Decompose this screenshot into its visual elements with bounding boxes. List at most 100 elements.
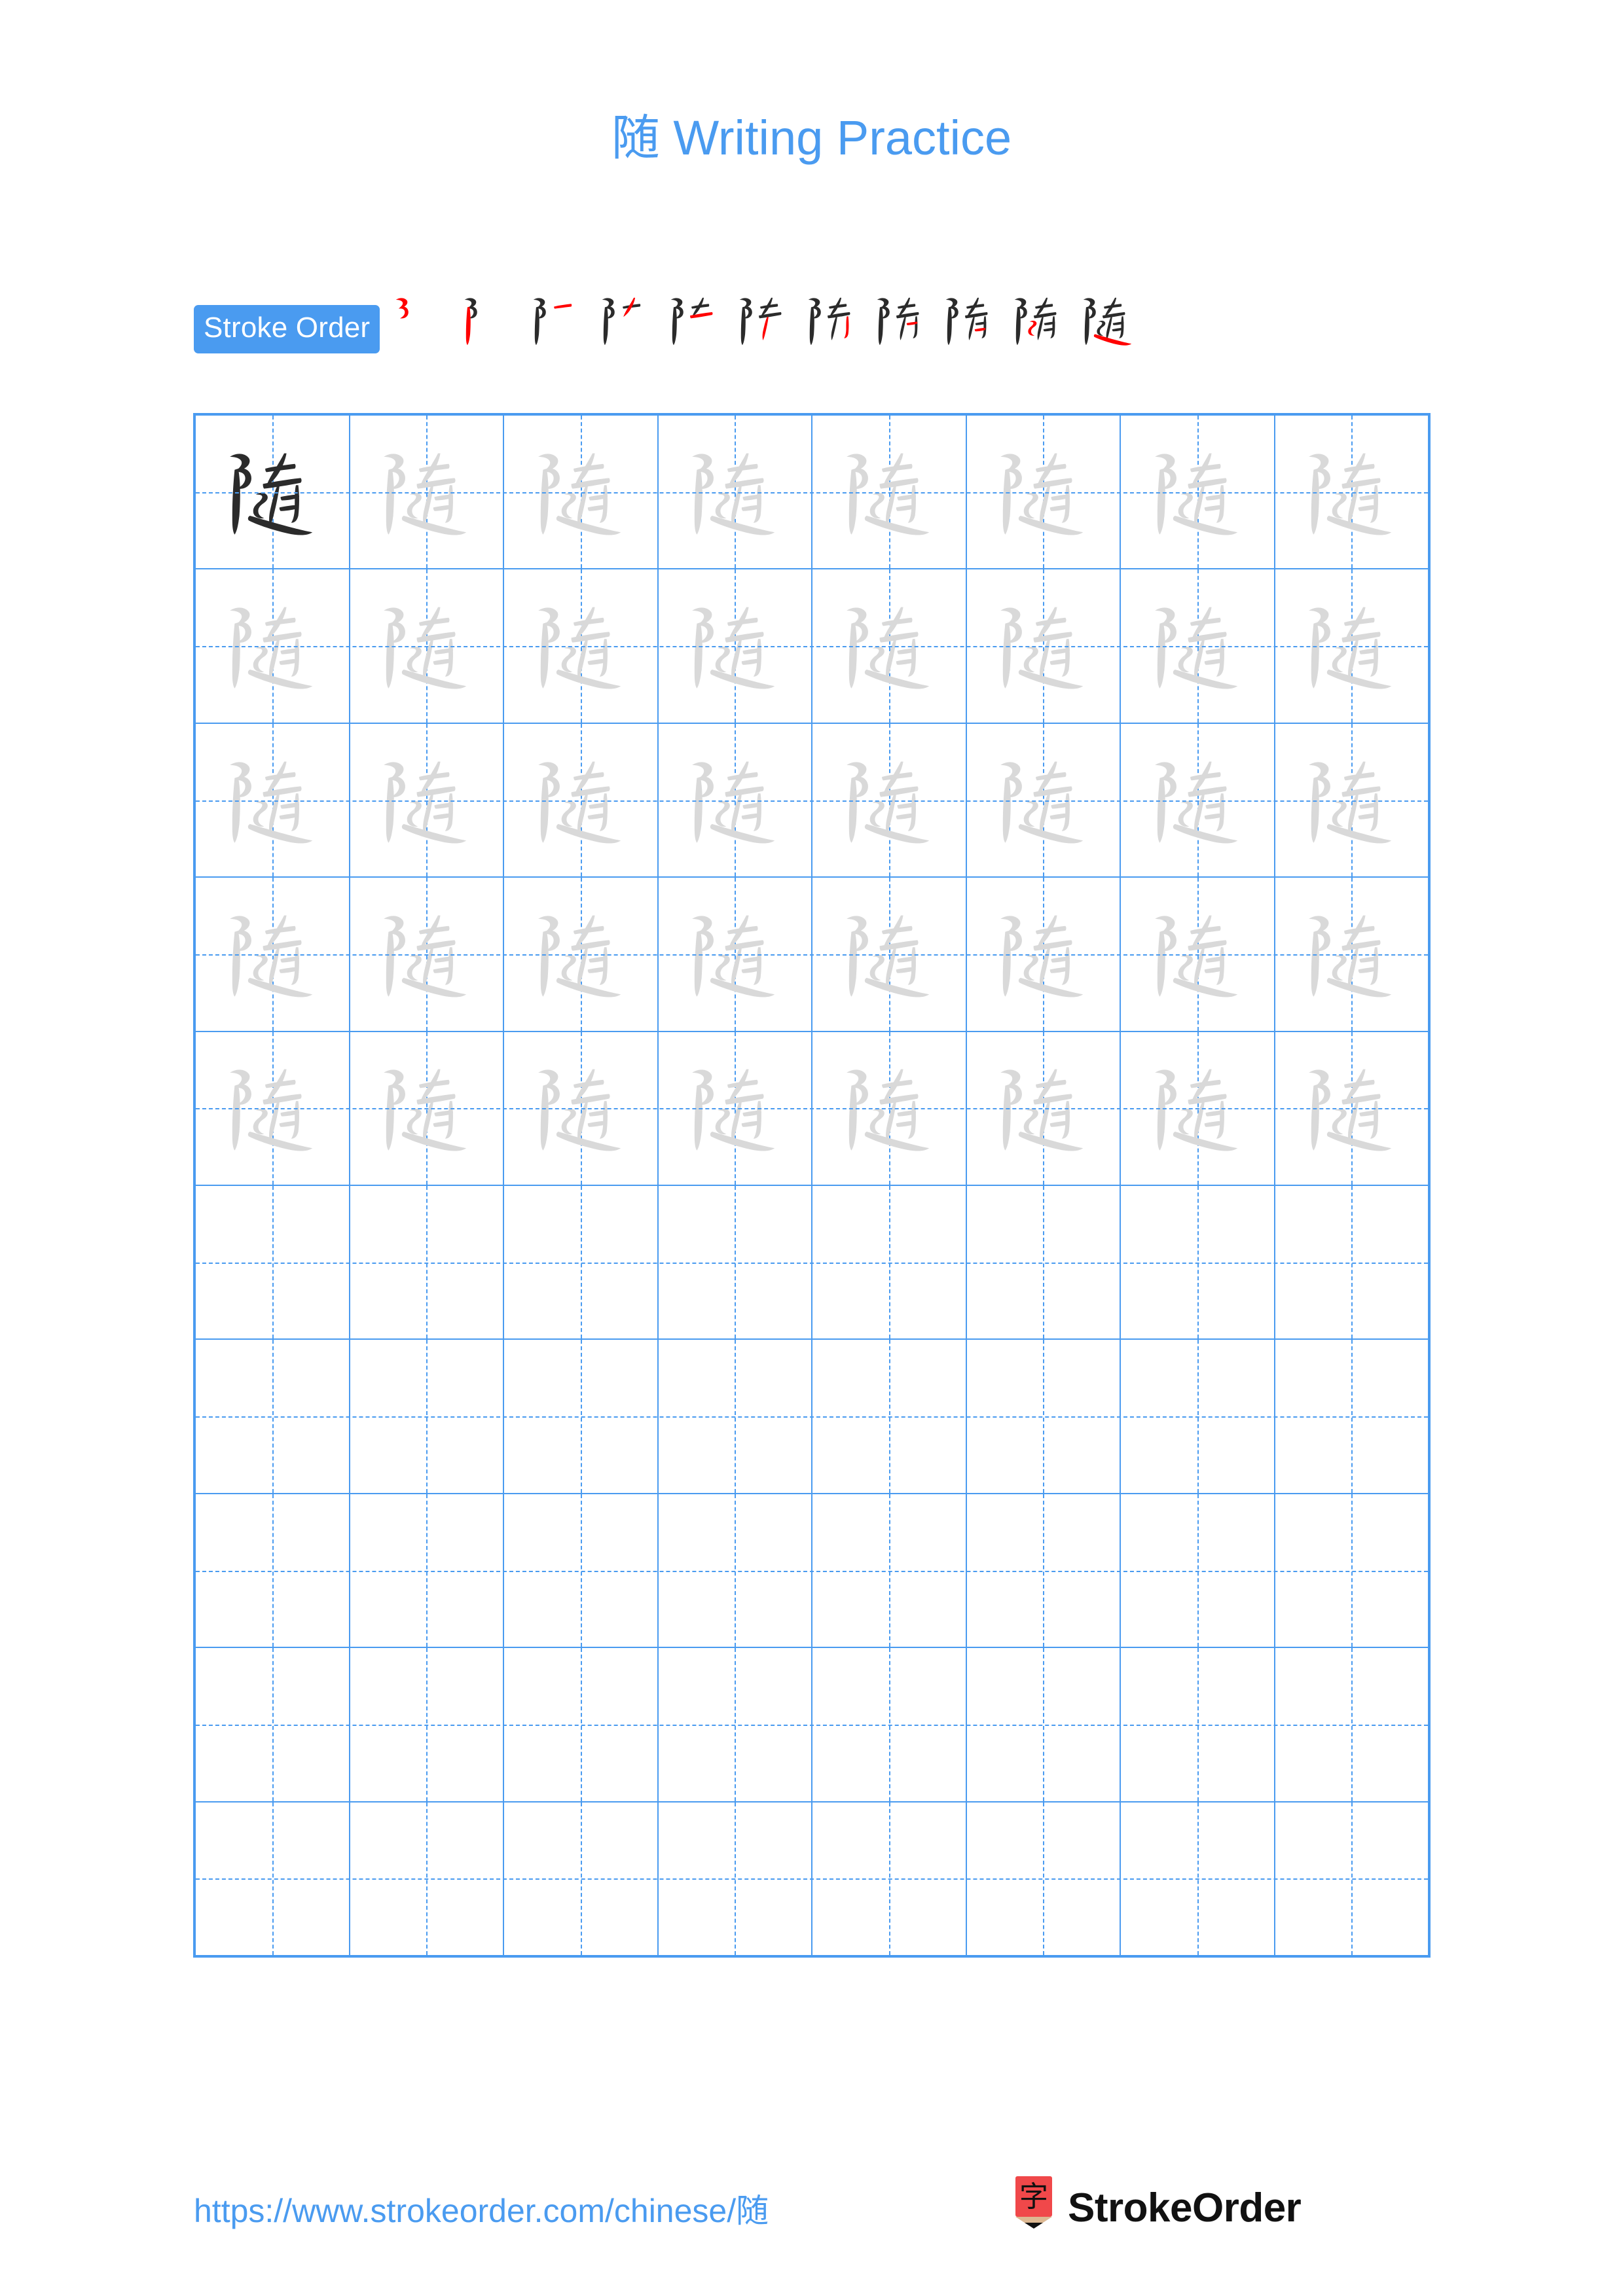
grid-cell-trace[interactable] xyxy=(659,569,812,723)
grid-cell-blank[interactable] xyxy=(1275,1186,1429,1339)
grid-cell-blank[interactable] xyxy=(504,1802,659,1956)
cell-glyph-holder xyxy=(504,724,657,876)
grid-cell-trace[interactable] xyxy=(812,569,967,723)
grid-cell-trace[interactable] xyxy=(504,723,659,877)
grid-cell-blank[interactable] xyxy=(196,1802,350,1956)
grid-cell-trace[interactable] xyxy=(1121,1031,1275,1185)
grid-cell-trace[interactable] xyxy=(1275,723,1429,877)
grid-cell-blank[interactable] xyxy=(967,1340,1121,1493)
stroke-2 xyxy=(232,776,240,843)
grid-cell-trace[interactable] xyxy=(504,569,659,723)
stroke-1 xyxy=(538,1069,560,1105)
stroke-11 xyxy=(1173,977,1237,997)
grid-cell-trace[interactable] xyxy=(967,569,1121,723)
grid-cell-trace[interactable] xyxy=(504,1031,659,1185)
grid-cell-trace[interactable] xyxy=(1275,416,1429,569)
stroke-10 xyxy=(869,492,884,518)
stroke-2 xyxy=(1003,468,1012,535)
grid-cell-trace[interactable] xyxy=(1275,878,1429,1031)
stroke-2 xyxy=(695,930,703,997)
stroke-7 xyxy=(1216,1101,1224,1139)
grid-cell-blank[interactable] xyxy=(659,1802,812,1956)
stroke-11 xyxy=(710,670,775,689)
grid-cell-blank[interactable] xyxy=(1275,1802,1429,1956)
grid-cell-blank[interactable] xyxy=(1275,1340,1429,1493)
grid-cell-trace[interactable] xyxy=(659,1031,812,1185)
grid-cell-blank[interactable] xyxy=(1275,1494,1429,1647)
grid-cell-blank[interactable] xyxy=(812,1494,967,1647)
grid-cell-blank[interactable] xyxy=(967,1802,1121,1956)
source-url-link[interactable]: https://www.strokeorder.com/chinese/随 xyxy=(194,2185,769,2232)
grid-cell-blank[interactable] xyxy=(967,1648,1121,1801)
grid-cell-trace[interactable] xyxy=(967,1031,1121,1185)
grid-cell-blank[interactable] xyxy=(1121,1186,1275,1339)
grid-cell-blank[interactable] xyxy=(504,1340,659,1493)
grid-cell-blank[interactable] xyxy=(350,1494,504,1647)
grid-cell-blank[interactable] xyxy=(812,1340,967,1493)
grid-cell-trace[interactable] xyxy=(1121,878,1275,1031)
grid-cell-trace[interactable] xyxy=(196,723,350,877)
grid-cell-blank[interactable] xyxy=(196,1494,350,1647)
stroke-step-8 xyxy=(867,295,936,364)
grid-cell-blank[interactable] xyxy=(659,1340,812,1493)
grid-cell-trace[interactable] xyxy=(196,878,350,1031)
grid-cell-blank[interactable] xyxy=(1121,1648,1275,1801)
grid-cell-blank[interactable] xyxy=(967,1186,1121,1339)
grid-cell-blank[interactable] xyxy=(812,1186,967,1339)
grid-cell-trace[interactable] xyxy=(1121,416,1275,569)
grid-cell-trace[interactable] xyxy=(1275,1031,1429,1185)
grid-cell-trace[interactable] xyxy=(350,416,504,569)
grid-cell-blank[interactable] xyxy=(1275,1648,1429,1801)
grid-cell-blank[interactable] xyxy=(659,1186,812,1339)
grid-cell-blank[interactable] xyxy=(504,1648,659,1801)
grid-cell-trace[interactable] xyxy=(967,723,1121,877)
grid-cell-blank[interactable] xyxy=(812,1648,967,1801)
grid-cell-trace[interactable] xyxy=(350,878,504,1031)
previous-stroke xyxy=(759,312,782,318)
grid-cell-trace[interactable] xyxy=(812,723,967,877)
grid-cell-blank[interactable] xyxy=(659,1648,812,1801)
grid-cell-blank[interactable] xyxy=(196,1340,350,1493)
stroke-11 xyxy=(710,515,775,535)
grid-cell-trace[interactable] xyxy=(812,416,967,569)
grid-cell-blank[interactable] xyxy=(812,1802,967,1956)
grid-cell-trace[interactable] xyxy=(812,878,967,1031)
grid-cell-trace[interactable] xyxy=(659,416,812,569)
grid-cell-blank[interactable] xyxy=(350,1802,504,1956)
grid-cell-blank[interactable] xyxy=(196,1648,350,1801)
grid-cell-trace[interactable] xyxy=(196,1031,350,1185)
cell-glyph-holder xyxy=(967,724,1120,876)
grid-cell-trace[interactable] xyxy=(967,416,1121,569)
stroke-2 xyxy=(695,1085,703,1151)
grid-cell-trace[interactable] xyxy=(196,569,350,723)
grid-cell-model[interactable] xyxy=(196,416,350,569)
grid-cell-blank[interactable] xyxy=(1121,1340,1275,1493)
grid-cell-trace[interactable] xyxy=(659,723,812,877)
grid-cell-blank[interactable] xyxy=(659,1494,812,1647)
grid-cell-blank[interactable] xyxy=(350,1340,504,1493)
stroke-1 xyxy=(1000,1069,1023,1105)
grid-cell-trace[interactable] xyxy=(812,1031,967,1185)
grid-cell-trace[interactable] xyxy=(350,1031,504,1185)
stroke-10 xyxy=(407,800,422,827)
grid-cell-trace[interactable] xyxy=(350,569,504,723)
grid-cell-blank[interactable] xyxy=(196,1186,350,1339)
stroke-6 xyxy=(1040,794,1051,834)
grid-cell-blank[interactable] xyxy=(967,1494,1121,1647)
grid-cell-blank[interactable] xyxy=(504,1186,659,1339)
grid-cell-trace[interactable] xyxy=(659,878,812,1031)
grid-cell-trace[interactable] xyxy=(1275,569,1429,723)
grid-cell-trace[interactable] xyxy=(1121,723,1275,877)
grid-cell-trace[interactable] xyxy=(504,416,659,569)
grid-cell-blank[interactable] xyxy=(1121,1494,1275,1647)
grid-cell-trace[interactable] xyxy=(504,878,659,1031)
grid-cell-blank[interactable] xyxy=(350,1186,504,1339)
grid-cell-blank[interactable] xyxy=(1121,1802,1275,1956)
grid-row xyxy=(196,569,1429,724)
stroke-7 xyxy=(291,793,299,831)
grid-cell-trace[interactable] xyxy=(967,878,1121,1031)
grid-cell-blank[interactable] xyxy=(504,1494,659,1647)
grid-cell-trace[interactable] xyxy=(1121,569,1275,723)
grid-cell-blank[interactable] xyxy=(350,1648,504,1801)
grid-cell-trace[interactable] xyxy=(350,723,504,877)
